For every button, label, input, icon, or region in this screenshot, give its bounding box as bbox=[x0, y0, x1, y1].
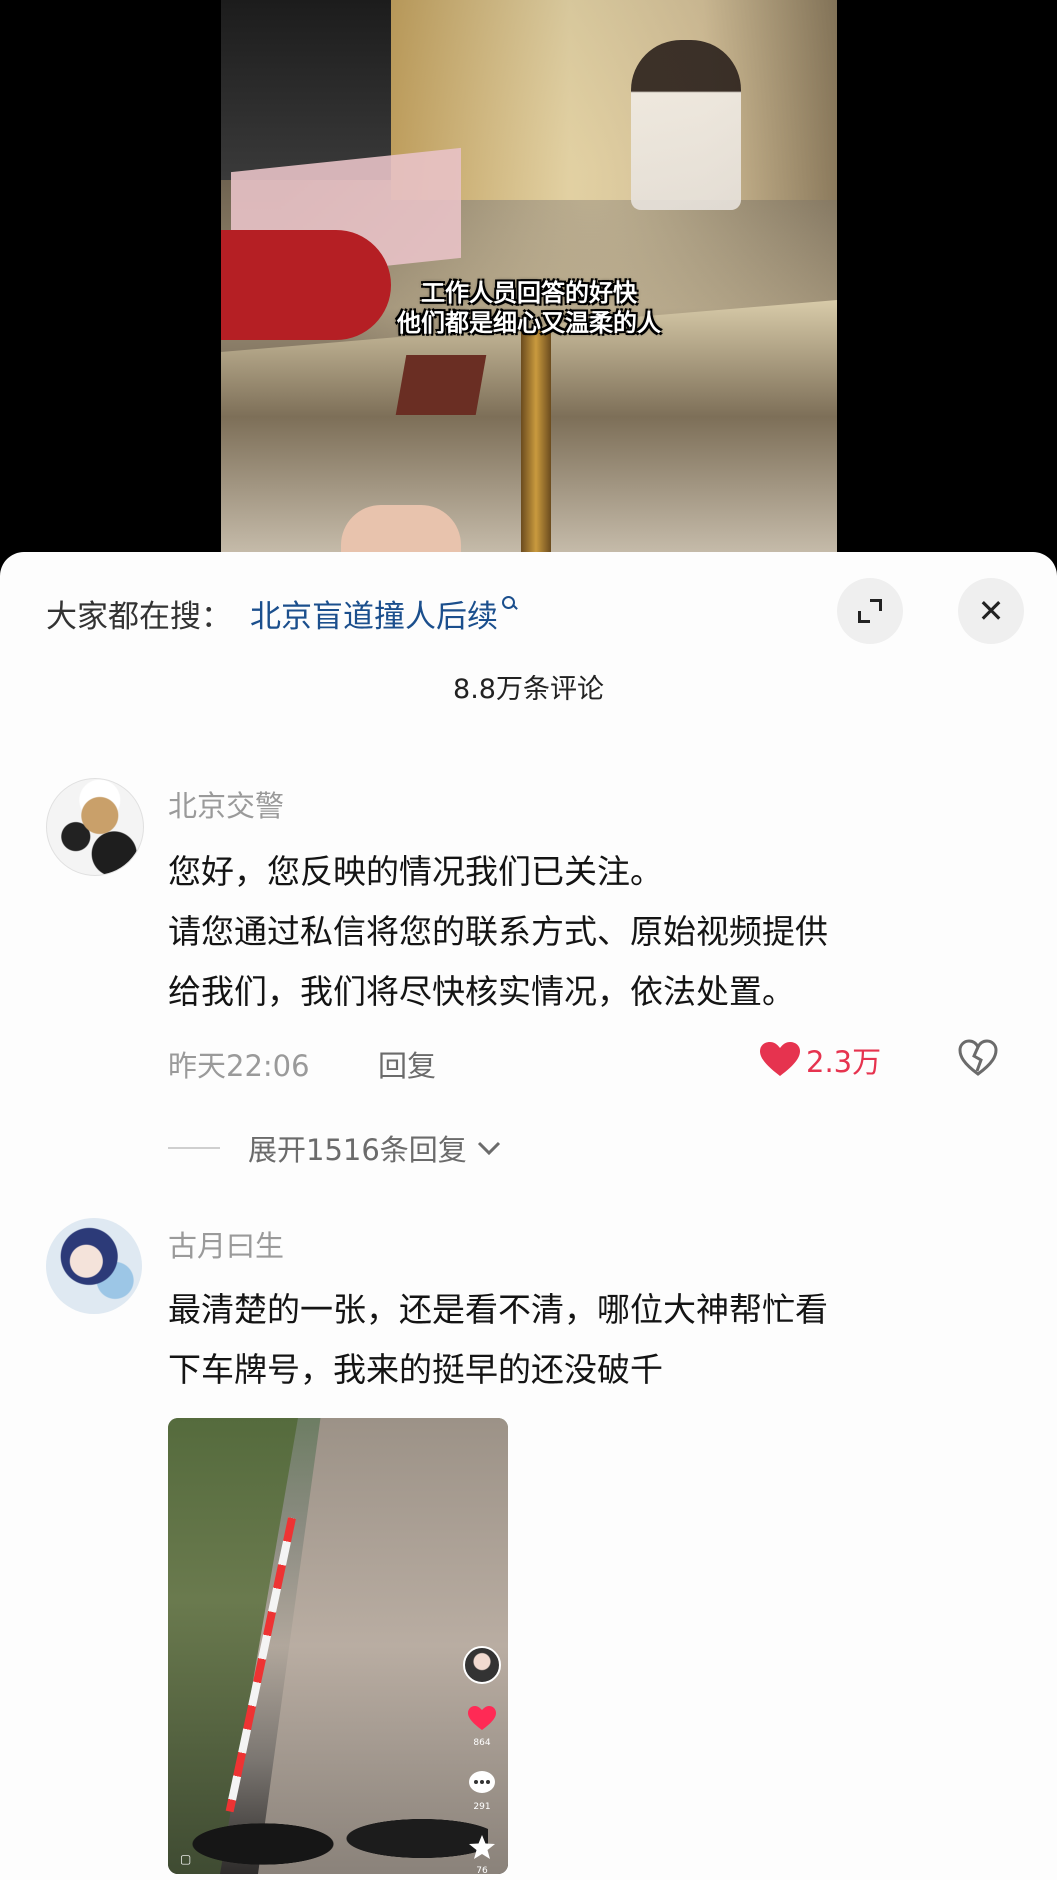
heart-icon bbox=[760, 1042, 800, 1076]
comment-image[interactable]: 864 291 76 ▢ bbox=[168, 1418, 508, 1874]
video-caption: 工作人员回答的好快 他们都是细心又温柔的人 bbox=[221, 278, 837, 338]
chevron-down-icon bbox=[477, 1141, 500, 1156]
star-icon bbox=[469, 1835, 495, 1859]
dislike-icon[interactable] bbox=[958, 1039, 998, 1077]
like-button[interactable]: 2.3万 bbox=[760, 1039, 881, 1081]
trending-search-prefix: 大家都在搜： bbox=[46, 598, 232, 635]
avatar[interactable] bbox=[46, 1218, 142, 1314]
image-author-avatar bbox=[463, 1646, 501, 1684]
video-dark-shelf bbox=[221, 0, 391, 180]
comment-text-line: 下车牌号，我来的挺早的还没破千 bbox=[168, 1350, 663, 1389]
comment-text-line: 最清楚的一张，还是看不清，哪位大神帮忙看 bbox=[168, 1290, 828, 1329]
expand-icon bbox=[858, 599, 882, 623]
video-player[interactable]: 工作人员回答的好快 他们都是细心又温柔的人 bbox=[221, 0, 837, 560]
comment-username[interactable]: 古月曰生 bbox=[168, 1223, 284, 1265]
comment-text-line: 给我们，我们将尽快核实情况，依法处置。 bbox=[168, 972, 795, 1011]
video-caption-line-1: 工作人员回答的好快 bbox=[421, 279, 637, 307]
like-count: 2.3万 bbox=[806, 1045, 882, 1079]
close-button[interactable]: ✕ bbox=[958, 578, 1024, 644]
comment-text-line: 您好，您反映的情况我们已关注。 bbox=[168, 852, 663, 891]
comment-text: 最清楚的一张，还是看不清，哪位大神帮忙看 下车牌号，我来的挺早的还没破千 bbox=[168, 1280, 1008, 1400]
comment-text: 您好，您反映的情况我们已关注。 请您通过私信将您的联系方式、原始视频提供 给我们… bbox=[168, 842, 1008, 1022]
avatar[interactable] bbox=[46, 778, 144, 876]
comment-text-line: 请您通过私信将您的联系方式、原始视频提供 bbox=[168, 912, 828, 951]
video-product-box bbox=[395, 355, 487, 415]
comment-panel: 大家都在搜： 北京盲道撞人后续 ✕ 8.8万条评论 北京交警 您好，您反映的情况… bbox=[0, 552, 1057, 1880]
comment-bubble-icon bbox=[469, 1771, 495, 1793]
video-caption-line-2: 他们都是细心又温柔的人 bbox=[397, 309, 661, 337]
image-watermark-icon: ▢ bbox=[180, 1852, 192, 1866]
image-action-sidebar: 864 291 76 bbox=[462, 1646, 502, 1874]
expand-replies-button[interactable]: 展开1516条回复 bbox=[168, 1127, 503, 1169]
close-icon: ✕ bbox=[977, 592, 1005, 630]
expand-replies-label: 展开1516条回复 bbox=[248, 1133, 467, 1167]
reply-button[interactable]: 回复 bbox=[378, 1043, 436, 1085]
image-comment-count: 291 bbox=[473, 1802, 491, 1812]
image-like-count: 864 bbox=[473, 1738, 491, 1748]
trending-search-term[interactable]: 北京盲道撞人后续 bbox=[250, 591, 498, 636]
comment-username[interactable]: 北京交警 bbox=[168, 783, 284, 825]
divider bbox=[168, 1147, 220, 1149]
trending-search[interactable]: 大家都在搜： 北京盲道撞人后续 bbox=[46, 590, 516, 636]
search-icon bbox=[502, 596, 516, 610]
video-shop-clerk bbox=[631, 40, 741, 210]
image-fav-count: 76 bbox=[476, 1866, 488, 1874]
comment-time: 昨天22:06 bbox=[168, 1049, 310, 1083]
image-knees bbox=[188, 1778, 488, 1874]
expand-button[interactable] bbox=[837, 578, 903, 644]
comment-meta: 昨天22:06 回复 2.3万 bbox=[168, 1039, 1008, 1083]
video-area: 工作人员回答的好快 他们都是细心又温柔的人 bbox=[0, 0, 1057, 560]
comment-count: 8.8万条评论 bbox=[453, 674, 604, 705]
heart-icon bbox=[468, 1706, 496, 1730]
video-gold-pillar bbox=[521, 330, 551, 560]
